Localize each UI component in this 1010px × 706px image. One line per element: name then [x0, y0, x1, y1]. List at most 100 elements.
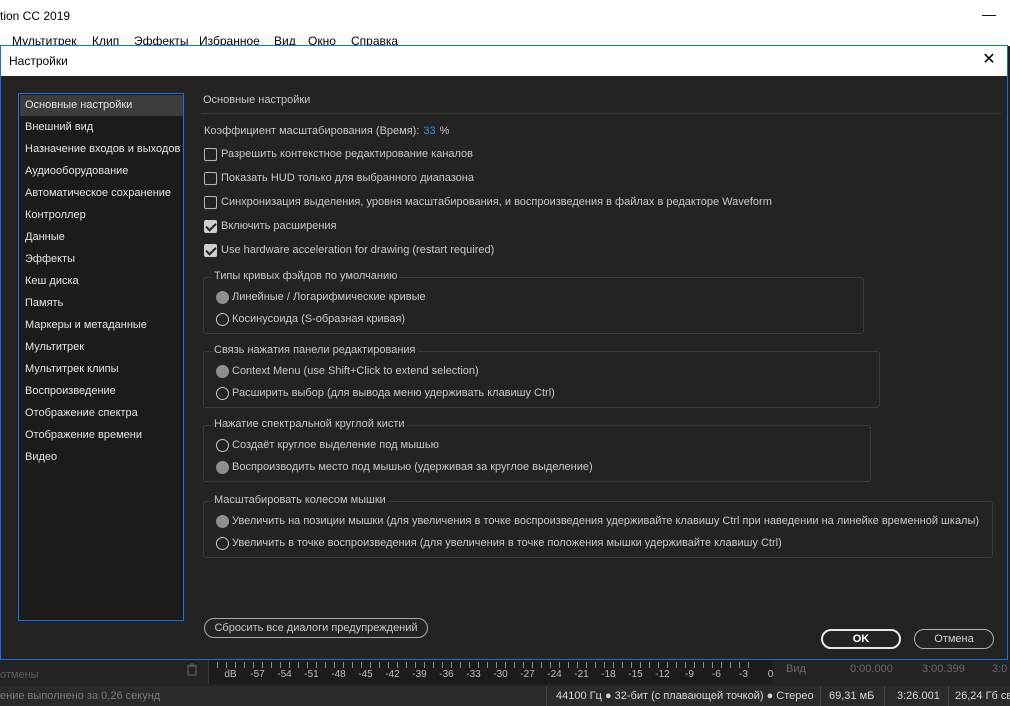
- sidebar-item[interactable]: Отображение спектра: [20, 403, 183, 424]
- dialog-title: Настройки: [9, 54, 68, 68]
- checkbox[interactable]: [204, 148, 217, 161]
- radio-label: Косинусоида (S-образная кривая): [232, 313, 406, 325]
- checkbox-label: Синхронизация выделения, уровня масштаби…: [221, 196, 772, 208]
- sidebar-item[interactable]: Мультитрек: [20, 337, 183, 358]
- meter-tick-label: -3: [739, 669, 748, 680]
- status-bar: ение выполнено за 0,26 секунд 44100 Гц ●…: [0, 686, 1010, 706]
- sidebar-item[interactable]: Аудиооборудование: [20, 161, 183, 182]
- sidebar-item[interactable]: Внешний вид: [20, 117, 183, 138]
- level-meter: dB -57 -54 -51 -48 -45 -42 -39 -36 -33 -30 -27 -24 -2…: [208, 660, 773, 684]
- sidebar-item[interactable]: Эффекты: [20, 249, 183, 270]
- sidebar-item[interactable]: Основные настройки: [20, 95, 183, 116]
- radio-group: Типы кривых фэйдов по умолчанию Линейные …: [203, 270, 864, 334]
- status-size: 69,31 мБ: [829, 690, 875, 702]
- radio-group: Связь нажатия панели редактирования Conte…: [203, 344, 880, 408]
- checkbox[interactable]: [204, 196, 217, 209]
- radio-button[interactable]: [216, 365, 229, 378]
- meter-tick-label: -48: [331, 669, 346, 680]
- sidebar-item[interactable]: Автоматическое сохранение: [20, 183, 183, 204]
- history-label: отмены: [0, 669, 39, 681]
- app-title: tion CC 2019: [0, 9, 71, 23]
- radio-group: Масштабировать колесом мышки Увеличить на…: [203, 494, 993, 558]
- meter-tick-label: -30: [493, 669, 508, 680]
- radio-button[interactable]: [216, 537, 229, 550]
- reset-warnings-button[interactable]: Сбросить все диалоги предупреждений: [204, 618, 428, 638]
- trash-icon[interactable]: [186, 663, 198, 676]
- meter-tick-label: -39: [412, 669, 427, 680]
- radio-group: Нажатие спектральной круглой кисти Создаё…: [203, 418, 871, 482]
- sidebar-item[interactable]: Назначение входов и выходов: [20, 139, 183, 160]
- sidebar-item[interactable]: Мультитрек клипы: [20, 359, 183, 380]
- checkbox[interactable]: [204, 172, 217, 185]
- sidebar-item[interactable]: Отображение времени: [20, 425, 183, 446]
- meter-tick-label: -45: [358, 669, 373, 680]
- meter-tick-label: -12: [655, 669, 670, 680]
- zoom-factor-row: Коэффициент масштабирования (Время): 33%: [204, 125, 449, 137]
- app-titlebar: tion CC 2019 —: [0, 0, 1010, 32]
- meter-tick-label: dB: [224, 669, 237, 680]
- sidebar-item[interactable]: Маркеры и метаданные: [20, 315, 183, 336]
- radio-group-title: Типы кривых фэйдов по умолчанию: [212, 270, 400, 282]
- status-duration: 3:26.001: [897, 690, 940, 702]
- radio-label: Увеличить на позиции мышки (для увеличен…: [232, 515, 980, 527]
- checkbox[interactable]: [204, 220, 217, 233]
- radio-button[interactable]: [216, 515, 229, 528]
- section-divider: [201, 113, 1001, 114]
- radio-label: Context Menu (use Shift+Click to extend …: [232, 365, 479, 377]
- section-title: Основные настройки: [203, 94, 311, 106]
- meter-tick-label: -15: [628, 669, 643, 680]
- radio-group-title: Связь нажатия панели редактирования: [212, 344, 418, 356]
- status-message: ение выполнено за 0,26 секунд: [0, 690, 161, 702]
- radio-button[interactable]: [216, 387, 229, 400]
- sidebar-item[interactable]: Память: [20, 293, 183, 314]
- meter-tick-label: -6: [712, 669, 721, 680]
- sidebar-item[interactable]: Воспроизведение: [20, 381, 183, 402]
- preferences-content: Основные настройки Коэффициент масштабир…: [191, 93, 1001, 638]
- radio-group-title: Масштабировать колесом мышки: [212, 494, 388, 506]
- dialog-titlebar: Настройки ✕: [1, 46, 1007, 76]
- radio-label: Создаёт круглое выделение под мышью: [232, 439, 439, 451]
- time-start: 0:00.000: [850, 663, 893, 675]
- zoom-value-input[interactable]: 33: [423, 125, 435, 137]
- meter-tick-label: -18: [601, 669, 616, 680]
- radio-label: Воспроизводить место под мышью (удержива…: [232, 461, 593, 473]
- meter-tick-label: -36: [439, 669, 454, 680]
- sidebar-item[interactable]: Данные: [20, 227, 183, 248]
- time-end: 3:00.399: [922, 663, 965, 675]
- sidebar-item[interactable]: Видео: [20, 447, 183, 468]
- view-label: Вид: [786, 663, 806, 675]
- meter-tick-label: 0: [767, 669, 774, 680]
- meter-tick-label: -33: [466, 669, 481, 680]
- close-icon[interactable]: ✕: [979, 50, 999, 70]
- time-extra: 3:0: [992, 663, 1008, 675]
- radio-label: Расширить выбор (для вывода меню удержив…: [232, 387, 555, 399]
- sidebar-item[interactable]: Контроллер: [20, 205, 183, 226]
- status-free-space: 26,24 Гб св: [955, 690, 1010, 702]
- app-menubar: Мультитрек Клип Эффекты Избранное Вид Ок…: [0, 32, 1010, 48]
- meter-tick-label: -51: [304, 669, 319, 680]
- checkbox[interactable]: [204, 244, 217, 257]
- preferences-dialog: Настройки ✕ Основные настройки Внешний ви…: [0, 45, 1008, 660]
- radio-button[interactable]: [216, 291, 229, 304]
- radio-button[interactable]: [216, 461, 229, 474]
- checkbox-label: Use hardware acceleration for drawing (r…: [221, 244, 495, 256]
- checkbox-label: Включить расширения: [221, 220, 337, 232]
- radio-group-title: Нажатие спектральной круглой кисти: [212, 418, 407, 430]
- meter-tick-label: -57: [250, 669, 265, 680]
- radio-label: Линейные / Логарифмические кривые: [232, 291, 426, 303]
- app-bottom-panel: отмены dB -57 -54 -51 -48 -45 -42 -39 -36 -33 -30-…: [0, 660, 1010, 706]
- ok-button[interactable]: OK: [821, 629, 901, 649]
- radio-button[interactable]: [216, 313, 229, 326]
- status-format: 44100 Гц ● 32-бит (с плавающей точкой) ●…: [556, 690, 814, 702]
- radio-button[interactable]: [216, 439, 229, 452]
- preferences-sidebar: Основные настройки Внешний вид Назначение …: [18, 93, 184, 621]
- meter-ticks: [217, 662, 757, 668]
- checkbox-label: Разрешить контекстное редактирование кан…: [221, 148, 474, 160]
- meter-tick-label: -54: [277, 669, 292, 680]
- cancel-button[interactable]: Отмена: [914, 629, 994, 649]
- sidebar-item[interactable]: Кеш диска: [20, 271, 183, 292]
- minimize-icon[interactable]: —: [982, 6, 996, 22]
- meter-tick-label: -27: [520, 669, 535, 680]
- zoom-unit: %: [439, 125, 450, 137]
- meter-tick-label: -42: [385, 669, 400, 680]
